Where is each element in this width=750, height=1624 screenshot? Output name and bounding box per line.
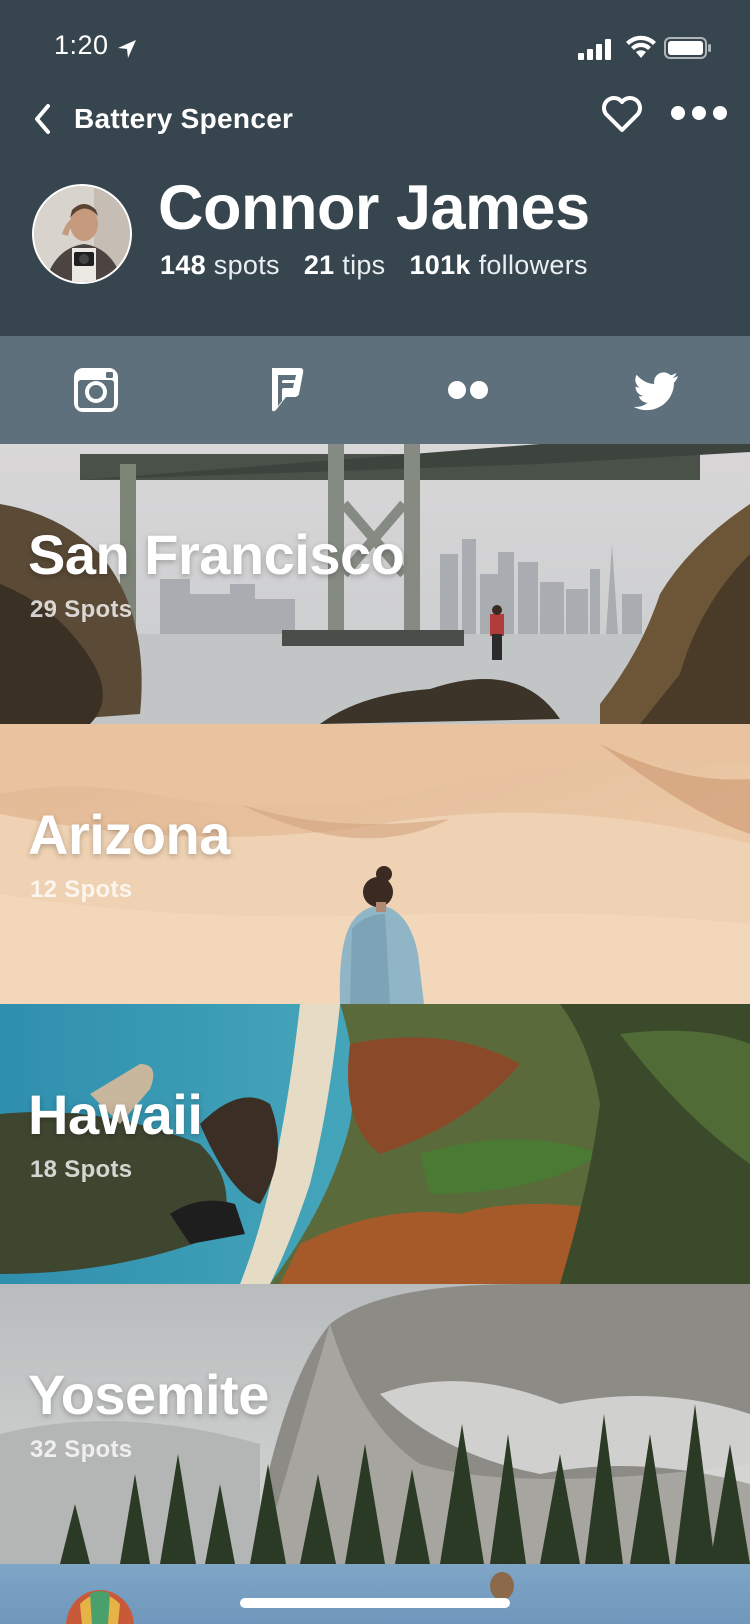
avatar[interactable] [32,184,132,284]
wifi-icon [626,35,656,58]
instagram-icon[interactable] [72,366,120,414]
back-button[interactable]: Battery Spencer [30,96,293,142]
nav-bar: Battery Spencer [0,88,750,148]
stat-tips[interactable]: 21 tips [304,250,386,281]
social-links-bar [0,336,750,444]
collections-list: San Francisco 29 Spots Arizona 12 Spots … [0,444,750,1564]
status-time: 1:20 [54,30,109,60]
battery-icon [664,37,711,59]
cellular-signal-icon [578,39,611,60]
card-title: Yosemite [28,1363,269,1426]
next-card-peek[interactable] [0,1564,750,1624]
back-label: Battery Spencer [74,103,294,134]
profile-stats: 148 spots 21 tips 101k followers [160,250,588,281]
foursquare-icon[interactable] [262,366,310,414]
card-arizona[interactable]: Arizona 12 Spots [0,724,750,1004]
profile-name: Connor James [158,173,590,243]
card-yosemite[interactable]: Yosemite 32 Spots [0,1284,750,1564]
status-bar: 1:20 [0,0,750,96]
flickr-icon[interactable] [444,366,492,414]
profile-info: Connor James 148 spots 21 tips 101k foll… [0,173,750,298]
card-spot-count: 12 Spots [30,876,133,903]
card-spot-count: 32 Spots [30,1436,133,1463]
twitter-icon[interactable] [632,366,680,414]
stat-spots[interactable]: 148 spots [160,250,280,281]
balloon-photo [66,1572,514,1624]
chevron-left-icon [35,104,50,134]
card-title: Arizona [28,803,230,866]
location-arrow-icon [118,40,136,58]
more-icon[interactable] [670,98,728,128]
avatar-photo [34,186,130,282]
home-indicator[interactable] [240,1598,510,1608]
card-title: San Francisco [28,523,405,586]
heart-icon[interactable] [600,92,644,136]
card-title: Hawaii [28,1083,203,1146]
stat-followers[interactable]: 101k followers [409,250,587,281]
card-san-francisco[interactable]: San Francisco 29 Spots [0,444,750,724]
screen: 1:20 Battery Spencer Connor James 148 sp… [0,0,750,1624]
card-hawaii[interactable]: Hawaii 18 Spots [0,1004,750,1284]
card-spot-count: 29 Spots [30,596,133,623]
profile-header: 1:20 Battery Spencer Connor James 148 sp… [0,0,750,336]
card-spot-count: 18 Spots [30,1156,133,1183]
